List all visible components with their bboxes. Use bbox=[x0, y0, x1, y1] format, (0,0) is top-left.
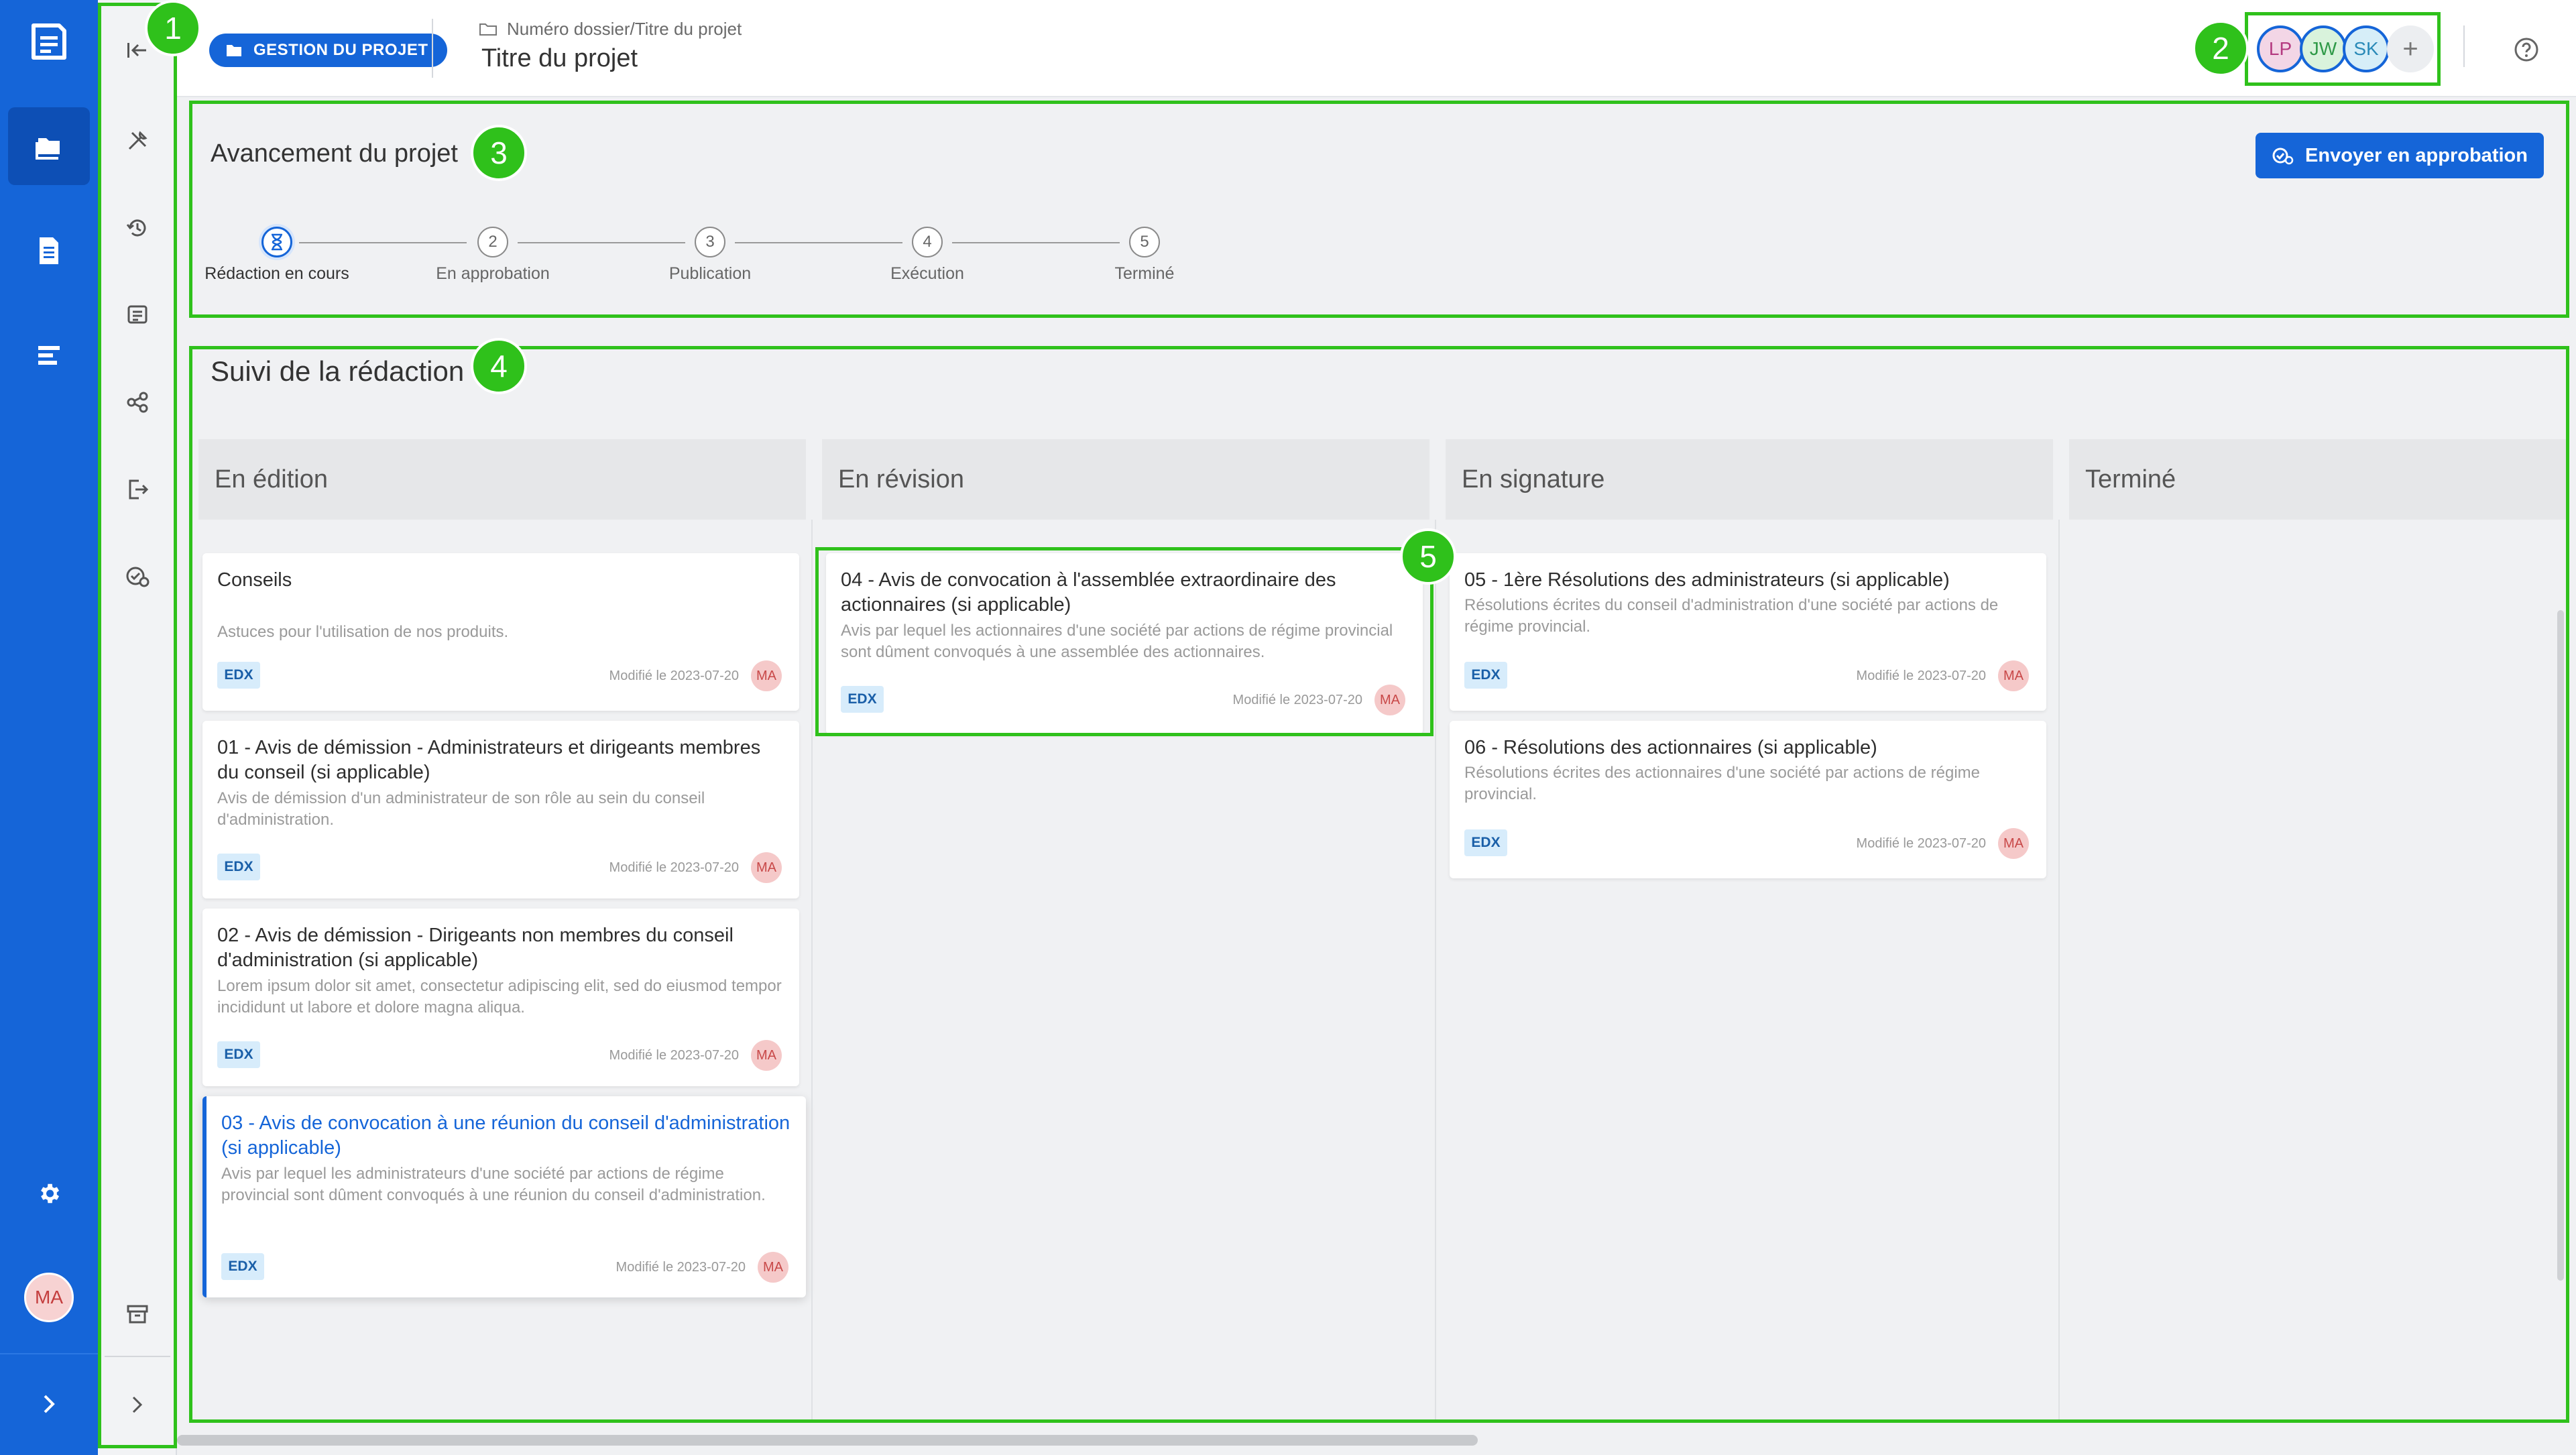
gear-icon bbox=[41, 1183, 60, 1204]
annotation-box-tracking bbox=[189, 346, 2569, 1423]
header-divider bbox=[432, 19, 433, 78]
folder-icon bbox=[36, 138, 60, 160]
app-rail: MA bbox=[0, 0, 98, 1455]
nav-projects-button[interactable] bbox=[8, 107, 90, 185]
annotation-number: 1 bbox=[145, 0, 201, 56]
list-icon bbox=[38, 346, 60, 365]
header-divider bbox=[2463, 25, 2465, 67]
help-circle-icon bbox=[2514, 38, 2538, 62]
horizontal-scrollbar[interactable] bbox=[177, 1435, 1478, 1446]
document-icon bbox=[40, 237, 58, 264]
annotation-number: 5 bbox=[1400, 528, 1456, 585]
folder-icon bbox=[227, 45, 241, 56]
folder-outline-icon bbox=[479, 23, 497, 36]
page-title: Titre du projet bbox=[481, 44, 638, 72]
project-management-badge[interactable]: GESTION DU PROJET bbox=[209, 34, 447, 67]
expand-rail-button[interactable] bbox=[8, 1365, 90, 1443]
user-initials: MA bbox=[35, 1287, 63, 1307]
badge-label: GESTION DU PROJET bbox=[253, 41, 428, 59]
annotation-box-sidebar bbox=[98, 3, 177, 1448]
nav-list-button[interactable] bbox=[8, 316, 90, 394]
user-avatar[interactable]: MA bbox=[24, 1273, 74, 1322]
annotation-number: 3 bbox=[471, 125, 527, 181]
annotation-box-progress bbox=[189, 101, 2569, 318]
nav-settings-button[interactable] bbox=[8, 1155, 90, 1232]
rail-divider bbox=[0, 1353, 98, 1354]
help-button[interactable] bbox=[2513, 36, 2540, 63]
nav-documents-button[interactable] bbox=[8, 212, 90, 290]
app-logo-icon[interactable] bbox=[27, 20, 70, 63]
annotation-box-collaborators bbox=[2245, 12, 2441, 86]
annotation-number: 4 bbox=[471, 338, 527, 394]
annotation-number: 2 bbox=[2192, 20, 2249, 76]
breadcrumb[interactable]: Numéro dossier/Titre du projet bbox=[479, 19, 742, 40]
chevron-right-icon bbox=[44, 1395, 55, 1413]
annotation-box-card bbox=[815, 547, 1433, 736]
breadcrumb-text: Numéro dossier/Titre du projet bbox=[507, 19, 742, 39]
